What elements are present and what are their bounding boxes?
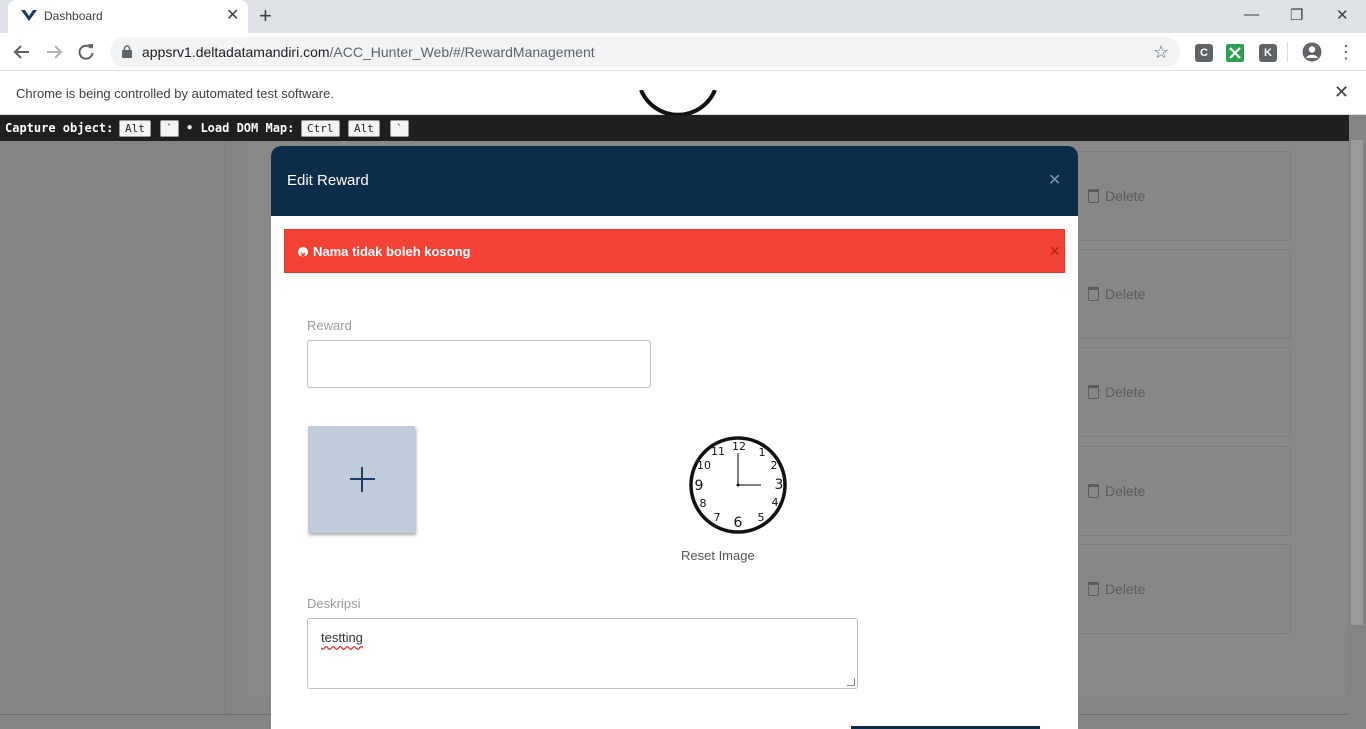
capture-helper-bar: Capture object: Alt ` • Load DOM Map: Ct… — [0, 115, 1349, 141]
delete-button[interactable]: Delete — [1088, 483, 1145, 499]
load-dom-map-label: • Load DOM Map: — [186, 121, 295, 135]
minimize-icon[interactable]: — — [1244, 6, 1259, 23]
trash-icon — [1088, 189, 1099, 203]
clock-number: 10 — [697, 459, 711, 472]
error-icon — [298, 247, 308, 258]
list-item: Delete — [1075, 151, 1291, 241]
extension-excel-icon[interactable] — [1226, 44, 1244, 62]
description-textarea[interactable]: testting — [307, 618, 858, 689]
restore-icon[interactable]: ❐ — [1290, 6, 1303, 24]
list-item: Delete — [1075, 544, 1291, 634]
infobar-close-icon[interactable]: ✕ — [1334, 82, 1349, 103]
clock-number: 8 — [700, 497, 707, 510]
key-alt: Alt — [348, 120, 380, 137]
image-upload-button[interactable] — [308, 426, 415, 533]
tab-close-icon[interactable]: ✕ — [226, 7, 239, 25]
modal-close-icon[interactable]: ✕ — [1048, 170, 1061, 190]
clock-number: 2 — [771, 459, 778, 472]
clock-number: 6 — [734, 515, 743, 531]
url-text: appsrv1.deltadatamandiri.com/ACC_Hunter_… — [142, 44, 595, 60]
lock-icon — [122, 45, 132, 58]
forward-icon[interactable] — [44, 42, 64, 62]
capture-object-label: Capture object: — [5, 121, 114, 135]
bookmark-star-icon[interactable]: ☆ — [1153, 42, 1169, 62]
browser-tab[interactable]: Dashboard ✕ — [8, 0, 248, 33]
clock-number: 1 — [759, 446, 766, 459]
tab-title: Dashboard — [44, 9, 103, 23]
resize-handle-icon[interactable] — [847, 678, 855, 686]
trash-icon — [1088, 287, 1099, 301]
clock-number: 7 — [714, 511, 721, 524]
alert-close-icon[interactable]: ✕ — [1049, 243, 1061, 260]
reward-label: Reward — [307, 318, 352, 333]
edit-reward-modal: Edit Reward ✕ Nama tidak boleh kosong ✕ … — [271, 146, 1078, 729]
delete-button[interactable]: Delete — [1088, 188, 1145, 204]
infobar-text: Chrome is being controlled by automated … — [16, 86, 334, 101]
site-logo-icon — [21, 10, 37, 21]
trash-icon — [1088, 385, 1099, 399]
tab-strip: Dashboard ✕ + — ❐ ✕ — [0, 0, 1366, 33]
clock-number: 3 — [775, 477, 784, 493]
window-close-icon[interactable]: ✕ — [1336, 6, 1349, 24]
browser-toolbar: appsrv1.deltadatamandiri.com/ACC_Hunter_… — [0, 33, 1366, 71]
clock-number: 9 — [695, 478, 704, 494]
clock-number: 5 — [758, 511, 765, 524]
delete-button[interactable]: Delete — [1088, 581, 1145, 597]
modal-header: Edit Reward ✕ — [271, 146, 1078, 216]
scrollbar-thumb[interactable] — [1351, 140, 1363, 625]
trash-icon — [1088, 582, 1099, 596]
page-sidebar — [0, 115, 226, 729]
reload-icon[interactable] — [76, 42, 96, 62]
delete-button[interactable]: Delete — [1088, 286, 1145, 302]
new-tab-icon[interactable]: + — [259, 4, 272, 28]
kebab-menu-icon[interactable]: ⋮ — [1337, 42, 1355, 62]
back-icon[interactable] — [12, 42, 32, 62]
profile-avatar-icon[interactable] — [1302, 42, 1322, 62]
clock-image: 12 1 2 3 4 5 6 7 8 9 10 11 — [689, 436, 787, 534]
trash-icon — [1088, 484, 1099, 498]
description-label: Deskripsi — [307, 596, 361, 611]
reward-input[interactable] — [307, 340, 651, 388]
extension-k-icon[interactable]: K — [1259, 44, 1277, 62]
page-scrollbar[interactable] — [1349, 115, 1366, 729]
delete-button[interactable]: Delete — [1088, 384, 1145, 400]
description-value: testting — [321, 630, 363, 645]
reset-image-button[interactable]: Reset Image — [681, 548, 755, 563]
key-backtick: ` — [160, 120, 179, 137]
clock-number: 12 — [732, 440, 746, 453]
address-bar[interactable]: appsrv1.deltadatamandiri.com/ACC_Hunter_… — [110, 37, 1180, 67]
clock-number: 4 — [772, 496, 779, 509]
toolbar-divider — [1287, 42, 1288, 62]
key-backtick: ` — [390, 120, 409, 137]
key-ctrl: Ctrl — [301, 120, 340, 137]
list-item: Delete — [1075, 249, 1291, 339]
alert-message: Nama tidak boleh kosong — [313, 244, 471, 259]
modal-title: Edit Reward — [287, 172, 369, 189]
clock-number: 11 — [711, 445, 725, 458]
key-alt: Alt — [119, 120, 151, 137]
error-alert: Nama tidak boleh kosong ✕ — [284, 229, 1065, 273]
list-item: Delete — [1075, 347, 1291, 437]
extension-c-icon[interactable]: C — [1195, 44, 1213, 62]
list-item: Delete — [1075, 446, 1291, 536]
